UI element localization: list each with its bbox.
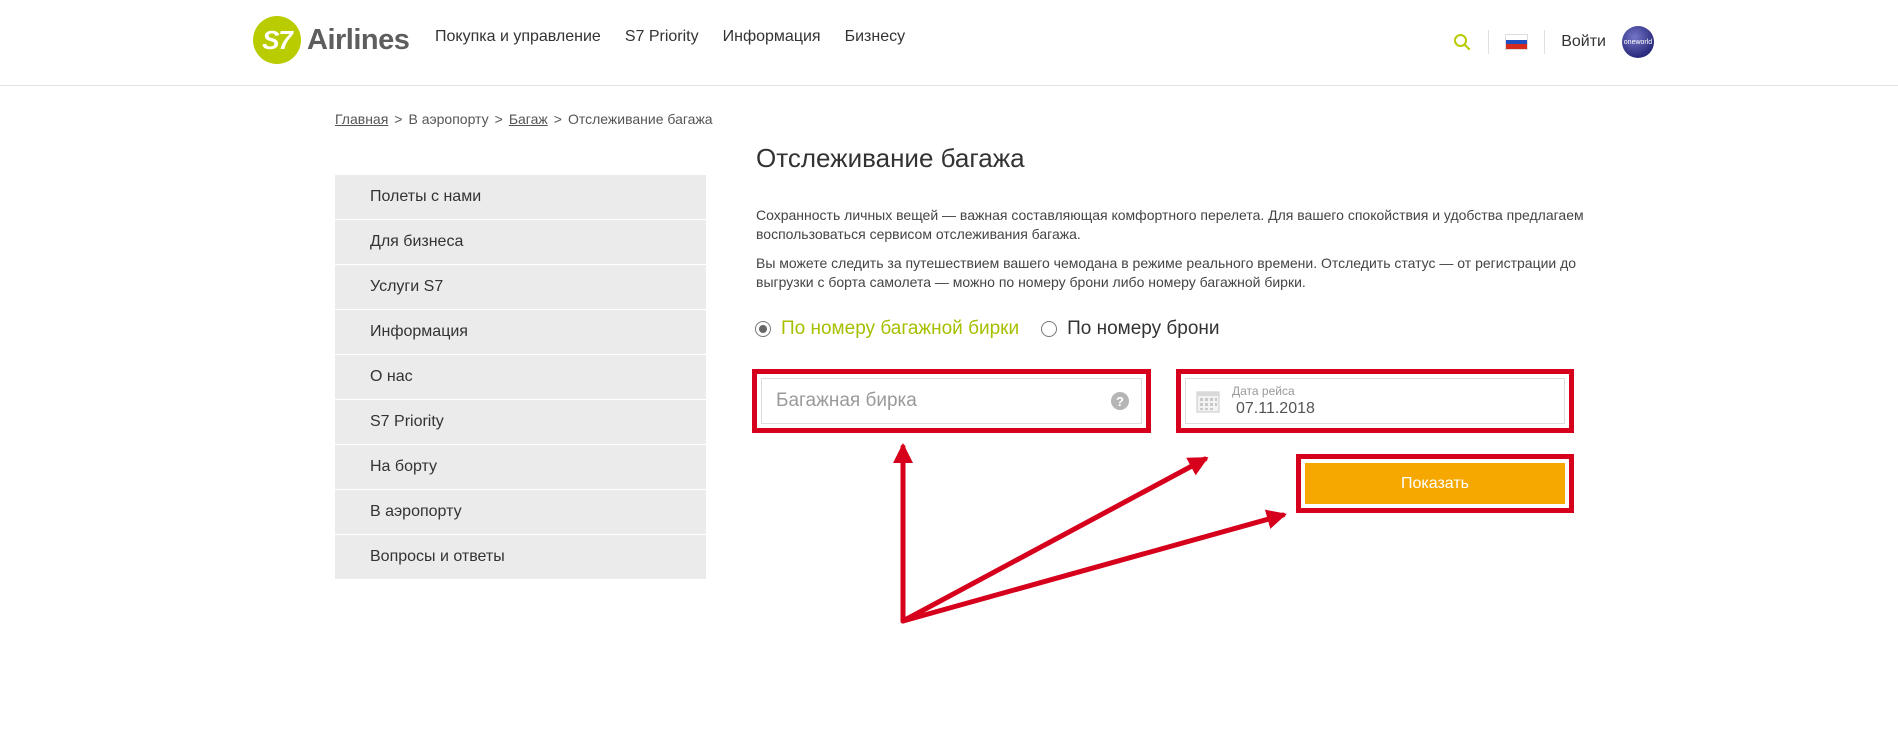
radio-booking-number-label: По номеру брони [1067,318,1220,339]
header-divider [1488,30,1490,54]
flight-date-field[interactable]: Дата рейса 07.11.2018 [1185,378,1565,424]
date-field-value: 07.11.2018 [1236,400,1315,417]
help-icon[interactable]: ? [1111,392,1129,410]
annotation-highlight-tag-field: ? [752,369,1151,433]
annotation-arrow-to-show-button [900,509,1287,624]
sidebar-item-faq[interactable]: Вопросы и ответы [335,535,706,580]
nav-item-purchase[interactable]: Покупка и управление [435,28,601,46]
nav-item-information[interactable]: Информация [723,28,821,46]
breadcrumb: Главная > В аэропорту > Багаж > Отслеживание б… [335,111,713,127]
russian-flag-icon[interactable] [1505,34,1529,50]
date-field-texts: Дата рейса 07.11.2018 [1232,384,1315,418]
details-paragraph: Вы можете следить за путешествием вашего… [756,255,1577,290]
breadcrumb-separator: > [553,111,562,127]
sidebar-item-s7-priority[interactable]: S7 Priority [335,400,706,445]
radio-selected-icon [755,321,771,337]
page-title: Отслеживание багажа [756,143,1025,173]
breadcrumb-separator: > [494,111,503,127]
annotation-highlight-show-button: Показать [1296,454,1574,513]
sidebar-item-s7-services[interactable]: Услуги S7 [335,265,706,310]
search-type-selector: По номеру багажной бирки По номеру брони [755,318,1220,340]
header-actions: Войти oneworld [1452,22,1654,62]
breadcrumb-current: Отслеживание багажа [567,111,713,127]
s7-logo-mark: S7 [253,16,301,64]
sidebar-item-about-us[interactable]: О нас [335,355,706,400]
radio-unselected-icon [1041,321,1058,337]
date-field-label: Дата рейса [1232,384,1295,398]
sidebar-menu: Полеты с нами Для бизнеса Услуги S7 Инфо… [335,175,706,580]
site-header: S7 Airlines Покупка и управление S7 Prio… [0,0,1898,86]
baggage-tag-field-wrapper: ? [761,378,1142,424]
radio-booking-number[interactable]: По номеру брони [1041,318,1220,340]
sidebar-item-for-business[interactable]: Для бизнеса [335,220,706,265]
annotation-arrow-to-date-field [900,456,1209,624]
breadcrumb-separator: > [394,111,403,127]
sidebar-item-information[interactable]: Информация [335,310,706,355]
annotation-highlight-date-field: Дата рейса 07.11.2018 [1176,369,1574,433]
nav-item-business[interactable]: Бизнесу [845,28,906,46]
header-divider [1544,30,1546,54]
calendar-icon [1196,391,1220,413]
baggage-tag-input[interactable] [774,389,1111,413]
login-link[interactable]: Войти [1561,33,1606,51]
search-icon[interactable] [1452,32,1472,52]
oneworld-logo[interactable]: oneworld [1622,26,1654,58]
radio-baggage-tag[interactable]: По номеру багажной бирки [755,318,1019,340]
breadcrumb-baggage[interactable]: Багаж [509,111,548,127]
breadcrumb-airport: В аэропорту [408,111,489,127]
main-nav: Покупка и управление S7 Priority Информа… [435,28,905,46]
sidebar-item-at-airport[interactable]: В аэропорту [335,490,706,535]
annotation-arrows [893,443,1287,624]
sidebar-item-flying-with-us[interactable]: Полеты с нами [335,175,706,220]
airlines-logo-word: Airlines [307,23,410,56]
breadcrumb-home[interactable]: Главная [335,111,388,127]
show-button[interactable]: Показать [1305,463,1565,504]
radio-baggage-tag-label: По номеру багажной бирки [781,318,1020,339]
nav-item-s7-priority[interactable]: S7 Priority [625,28,699,46]
s7-airlines-logo[interactable]: S7 Airlines [253,16,410,64]
sidebar-item-on-board[interactable]: На борту [335,445,706,490]
intro-paragraph: Сохранность личных вещей — важная состав… [756,207,1584,242]
